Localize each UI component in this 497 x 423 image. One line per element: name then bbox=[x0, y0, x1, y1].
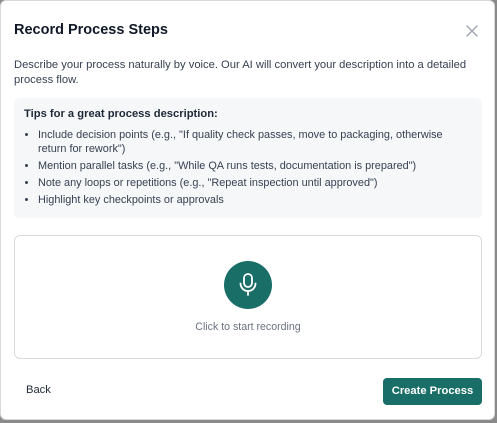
recording-hint: Click to start recording bbox=[195, 321, 301, 333]
dialog-description: Describe your process naturally by voice… bbox=[14, 59, 467, 86]
dialog-title: Record Process Steps bbox=[14, 22, 168, 38]
tip-item: Highlight key checkpoints or approvals bbox=[38, 193, 472, 207]
microphone-icon bbox=[239, 273, 257, 296]
tips-list: Include decision points (e.g., "If quali… bbox=[24, 128, 472, 207]
tip-item: Mention parallel tasks (e.g., "While QA … bbox=[38, 159, 472, 173]
tip-item: Include decision points (e.g., "If quali… bbox=[38, 128, 472, 156]
tips-heading: Tips for a great process description: bbox=[24, 108, 218, 120]
recording-area[interactable]: Click to start recording bbox=[14, 235, 482, 359]
back-button[interactable]: Back bbox=[26, 384, 51, 396]
tips-panel: Tips for a great process description: In… bbox=[14, 98, 482, 218]
tip-item: Note any loops or repetitions (e.g., "Re… bbox=[38, 176, 472, 190]
close-icon bbox=[466, 25, 478, 37]
record-process-dialog: Record Process Steps Describe your proce… bbox=[0, 0, 495, 420]
close-button[interactable] bbox=[463, 22, 481, 40]
create-process-button[interactable]: Create Process bbox=[383, 378, 482, 405]
start-recording-button[interactable] bbox=[224, 261, 272, 309]
